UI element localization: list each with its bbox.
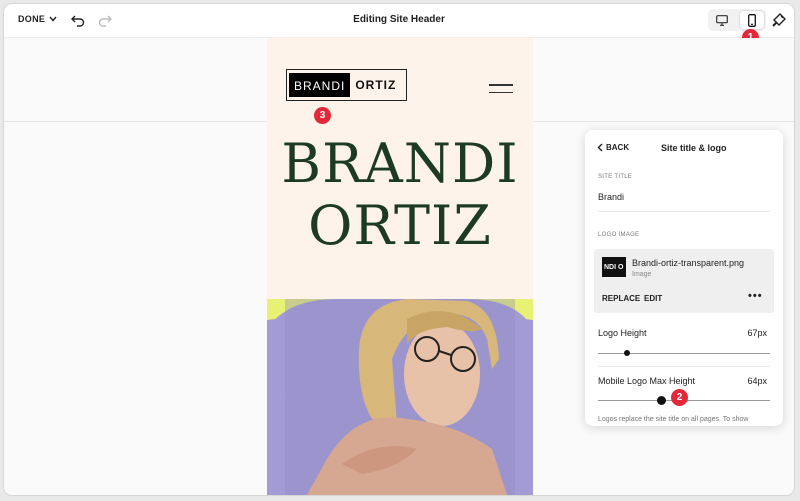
more-options-icon[interactable]: ••• [748,290,763,302]
portrait-image [267,299,533,495]
site-title-label: SITE TITLE [598,174,633,180]
logo-text-right: ORTIZ [355,78,397,92]
mobile-logo-max-height-label: Mobile Logo Max Height [598,376,696,386]
mobile-preview: BRANDI ORTIZ BRANDI ORTIZ [267,38,533,495]
logo-file-name: Brandi-ortiz-transparent.png [632,258,745,268]
logo-height-label: Logo Height [598,328,647,338]
hero-title-line2: ORTIZ [308,194,492,257]
callout-badge-2: 2 [671,389,688,406]
back-label: BACK [606,143,630,152]
edit-button[interactable]: EDIT [644,294,662,303]
back-button[interactable]: BACK [597,143,629,152]
logo-file-type: Image [632,271,652,278]
page-title: Editing Site Header [353,14,445,25]
logo-height-value: 67px [747,328,767,338]
site-title-logo-panel: BACK Site title & logo SITE TITLE Brandi… [585,130,783,426]
logo-image-card[interactable]: NDI O Brandi-ortiz-transparent.png Image… [594,249,774,313]
logo-text-left: BRANDI [289,73,351,97]
desktop-icon [716,14,728,26]
view-toggle [708,9,766,31]
site-title-field[interactable]: Brandi [598,192,624,202]
mobile-logo-max-height-slider-handle[interactable] [657,396,666,405]
divider [598,211,770,212]
chevron-left-icon [597,143,603,152]
logo-help-text: Logos replace the site title on all page… [598,416,749,423]
replace-button[interactable]: REPLACE [602,294,640,303]
hero-photo [267,299,533,495]
logo-height-slider-handle[interactable] [624,350,630,356]
hero-title: BRANDI ORTIZ [267,133,533,257]
desktop-view-button[interactable] [710,11,734,29]
mobile-icon [748,13,756,27]
hamburger-menu-icon[interactable] [489,84,513,99]
hero-title-line1: BRANDI [281,132,519,195]
paintbrush-icon[interactable] [771,12,787,28]
panel-title: Site title & logo [661,143,727,153]
logo-thumbnail: NDI O [602,257,626,277]
top-toolbar: DONE Editing Site Header [4,4,794,38]
logo-image-label: LOGO IMAGE [598,232,640,238]
divider [598,366,770,367]
mobile-view-button[interactable] [740,11,764,29]
editor-window: DONE Editing Site Header 1 BRANDI ORTIZ … [4,4,794,495]
mobile-logo-max-height-value: 64px [747,376,767,386]
callout-badge-3: 3 [314,107,331,124]
site-logo[interactable]: BRANDI ORTIZ [286,69,407,101]
